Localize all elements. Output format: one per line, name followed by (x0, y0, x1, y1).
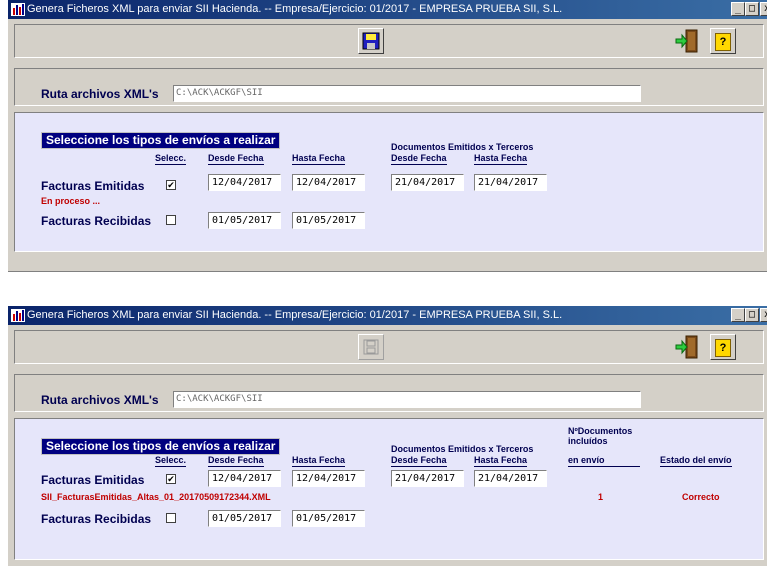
window-title: Genera Ficheros XML para enviar SII Haci… (27, 3, 563, 15)
app-chart-icon (11, 309, 25, 322)
header-ndocs-line3: en envío (568, 455, 640, 467)
terceros-desde-input[interactable]: 21/04/2017 (391, 174, 464, 191)
terceros-hasta-input[interactable]: 21/04/2017 (474, 174, 547, 191)
close-button[interactable]: x (760, 308, 767, 322)
emitidas-desde-input[interactable]: 12/04/2017 (208, 174, 281, 191)
header-ndocs-line2: incluídos (568, 436, 608, 446)
toolbar: ? (14, 330, 764, 364)
exit-door-icon (675, 29, 698, 53)
process-status: En proceso ... (41, 196, 101, 206)
terceros-desde-input[interactable]: 21/04/2017 (391, 470, 464, 487)
header-selecc: Selecc. (155, 153, 187, 165)
help-button[interactable]: ? (710, 334, 736, 360)
recibidas-desde-input[interactable]: 01/05/2017 (208, 510, 281, 527)
header-selecc: Selecc. (155, 455, 187, 467)
send-status: Correcto (682, 492, 720, 502)
save-button[interactable] (358, 334, 384, 360)
recibidas-desde-input[interactable]: 01/05/2017 (208, 212, 281, 229)
terceros-hasta-input[interactable]: 21/04/2017 (474, 470, 547, 487)
exit-button[interactable] (674, 28, 700, 54)
facturas-recibidas-label: Facturas Recibidas (41, 214, 152, 228)
path-input[interactable]: C:\ACK\ACKGF\SII (173, 85, 641, 102)
facturas-recibidas-label: Facturas Recibidas (41, 512, 152, 526)
send-types-panel: Seleccione los tipos de envíos a realiza… (14, 418, 764, 560)
section-title: Seleccione los tipos de envíos a realiza… (41, 132, 281, 149)
minimize-button[interactable]: _ (731, 308, 745, 322)
floppy-disk-icon (362, 32, 380, 50)
emitidas-desde-input[interactable]: 12/04/2017 (208, 470, 281, 487)
help-button[interactable]: ? (710, 28, 736, 54)
path-input[interactable]: C:\ACK\ACKGF\SII (173, 391, 641, 408)
maximize-button[interactable]: □ (745, 2, 759, 16)
recibidas-hasta-input[interactable]: 01/05/2017 (292, 510, 365, 527)
title-bar[interactable]: Genera Ficheros XML para enviar SII Haci… (8, 0, 767, 19)
facturas-emitidas-label: Facturas Emitidas (41, 179, 145, 193)
facturas-recibidas-checkbox[interactable] (166, 513, 176, 523)
header-terceros-hasta: Hasta Fecha (474, 153, 528, 165)
section-title: Seleccione los tipos de envíos a realiza… (41, 438, 281, 455)
path-panel: Ruta archivos XML's C:\ACK\ACKGF\SII (14, 374, 764, 412)
window-top: Genera Ficheros XML para enviar SII Haci… (8, 0, 767, 272)
recibidas-hasta-input[interactable]: 01/05/2017 (292, 212, 365, 229)
facturas-recibidas-checkbox[interactable] (166, 215, 176, 225)
minimize-button[interactable]: _ (731, 2, 745, 16)
header-estado: Estado del envío (660, 455, 732, 467)
path-label: Ruta archivos XML's (41, 393, 159, 407)
header-terceros: Documentos Emitidos x Terceros (391, 444, 534, 454)
help-icon: ? (715, 339, 731, 357)
header-hasta: Hasta Fecha (292, 455, 346, 467)
exit-door-icon (675, 335, 698, 359)
path-panel: Ruta archivos XML's C:\ACK\ACKGF\SII (14, 68, 764, 106)
documents-count: 1 (598, 492, 604, 502)
path-label: Ruta archivos XML's (41, 87, 159, 101)
header-desde: Desde Fecha (208, 153, 264, 165)
window-edge (8, 271, 767, 272)
floppy-disk-icon (363, 339, 379, 355)
header-terceros: Documentos Emitidos x Terceros (391, 142, 534, 152)
facturas-emitidas-checkbox[interactable]: ✔ (166, 180, 176, 190)
exit-button[interactable] (674, 334, 700, 360)
emitidas-hasta-input[interactable]: 12/04/2017 (292, 470, 365, 487)
close-button[interactable]: x (760, 2, 767, 16)
header-terceros-desde: Desde Fecha (391, 153, 447, 165)
app-chart-icon (11, 3, 25, 16)
facturas-emitidas-label: Facturas Emitidas (41, 473, 145, 487)
generated-file-name: SII_FacturasEmitidas_Altas_01_2017050917… (41, 492, 271, 502)
window-bottom: Genera Ficheros XML para enviar SII Haci… (8, 306, 767, 566)
send-types-panel: Seleccione los tipos de envíos a realiza… (14, 112, 764, 252)
header-hasta: Hasta Fecha (292, 153, 346, 165)
window-title: Genera Ficheros XML para enviar SII Haci… (27, 309, 563, 321)
facturas-emitidas-checkbox[interactable]: ✔ (166, 474, 176, 484)
title-bar[interactable]: Genera Ficheros XML para enviar SII Haci… (8, 306, 767, 325)
save-button[interactable] (358, 28, 384, 54)
maximize-button[interactable]: □ (745, 308, 759, 322)
toolbar: ? (14, 24, 764, 58)
header-desde: Desde Fecha (208, 455, 264, 467)
header-ndocs-line1: NºDocumentos (568, 426, 633, 436)
emitidas-hasta-input[interactable]: 12/04/2017 (292, 174, 365, 191)
header-terceros-desde: Desde Fecha (391, 455, 447, 467)
header-terceros-hasta: Hasta Fecha (474, 455, 528, 467)
help-icon: ? (715, 33, 731, 51)
